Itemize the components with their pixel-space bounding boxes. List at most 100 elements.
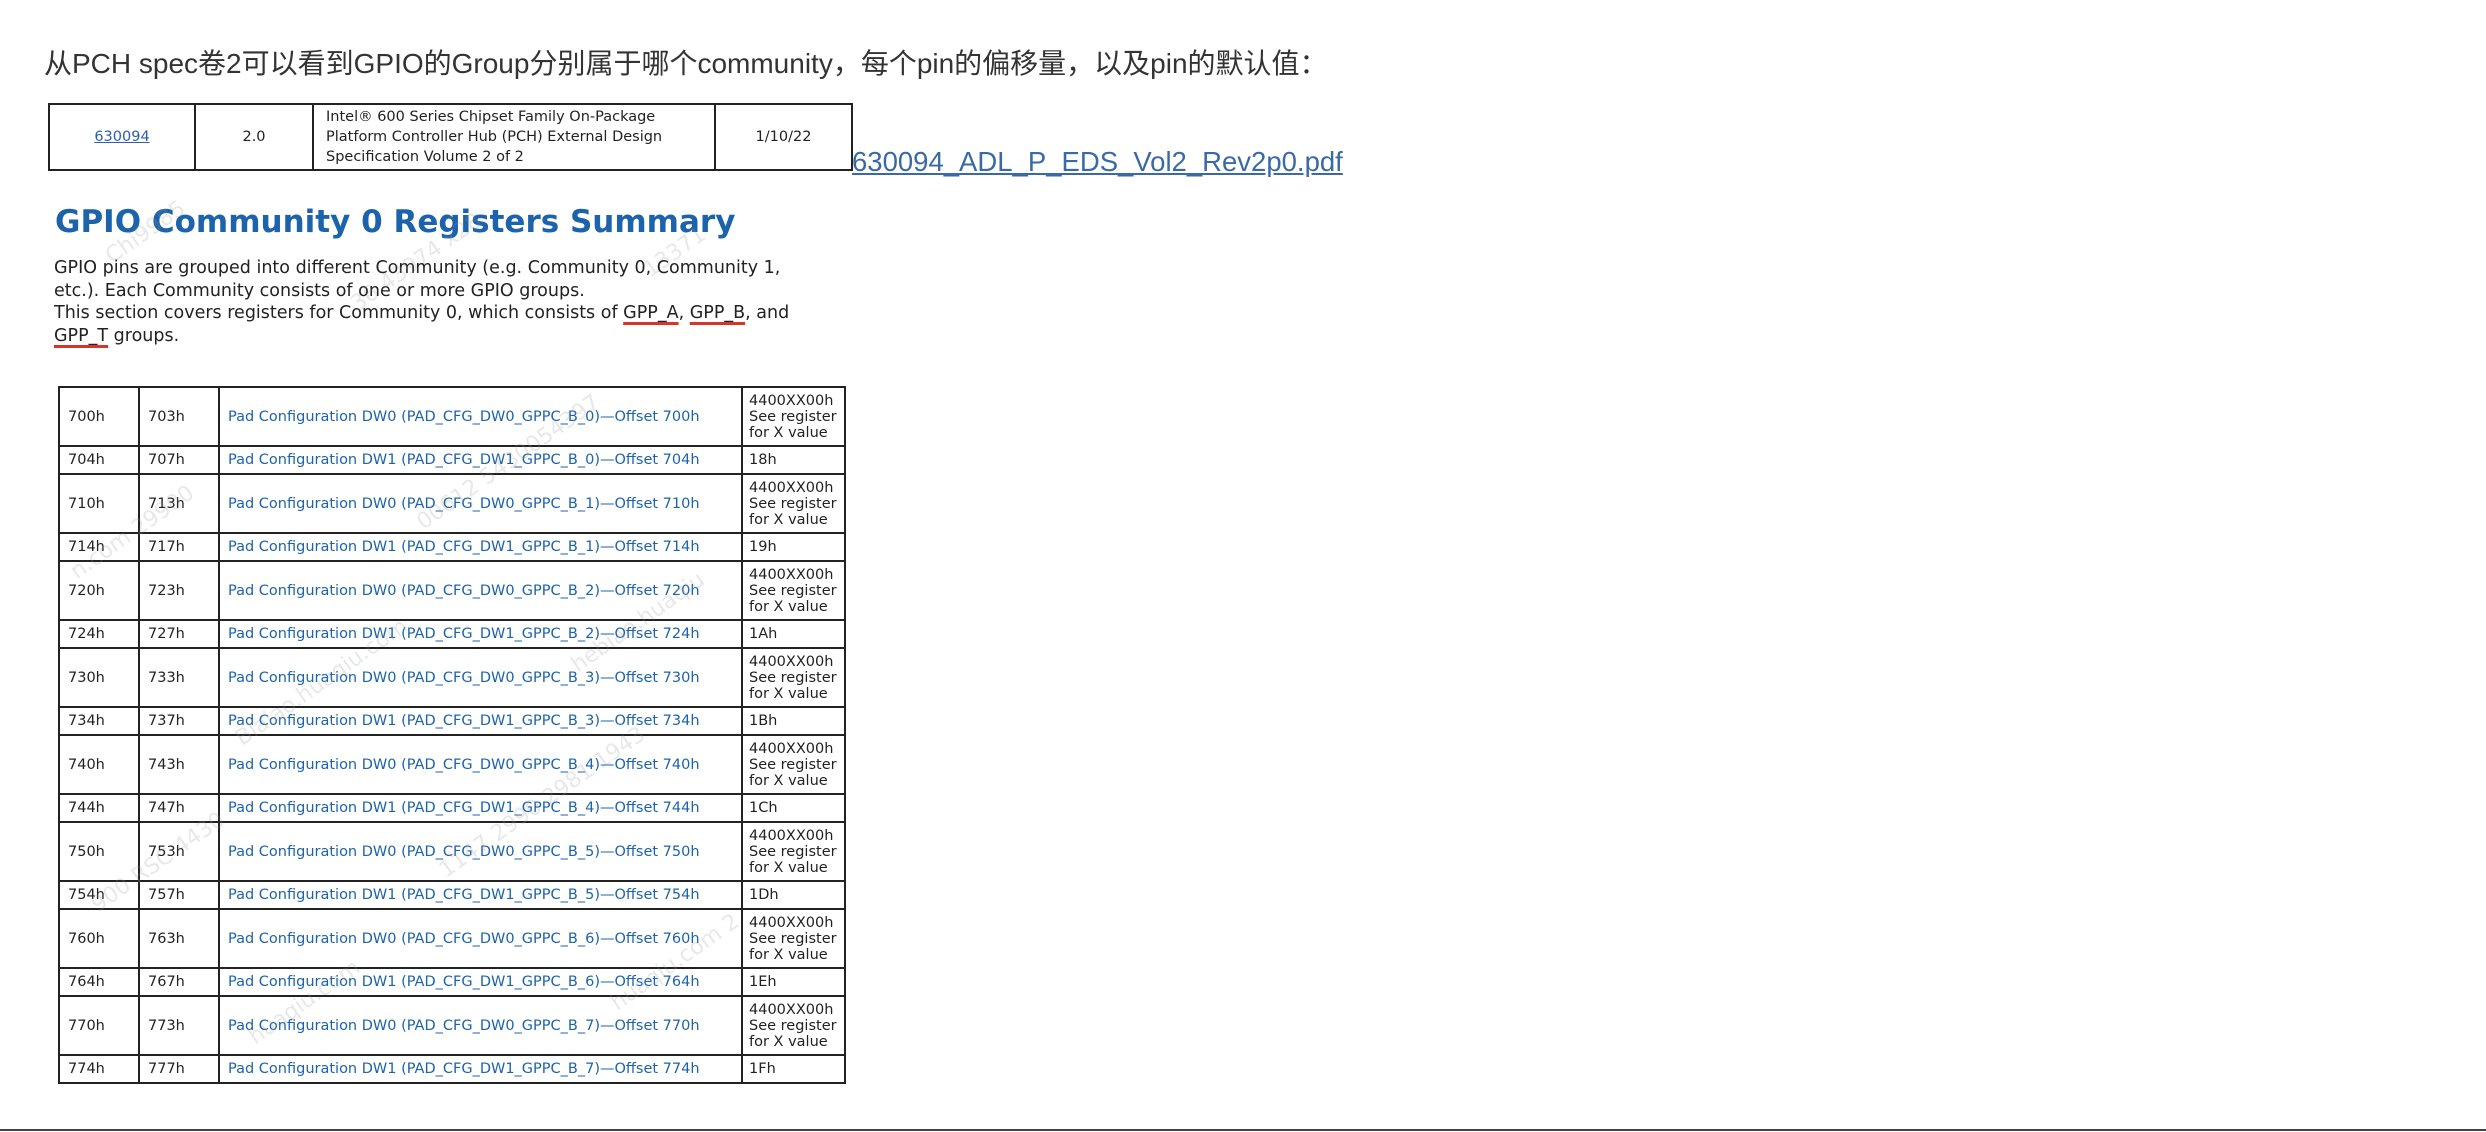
- default-value-line: 1Fh: [749, 1061, 776, 1077]
- page-bottom-border: [0, 1129, 2486, 1131]
- register-row: 724h 727h Pad Configuration DW1 (PAD_CFG_D…: [58, 619, 846, 649]
- register-end-offset: 737h: [138, 706, 220, 736]
- register-start-offset: 760h: [58, 908, 140, 969]
- register-name-link[interactable]: Pad Configuration DW0 (PAD_CFG_DW0_GPPC_…: [218, 821, 743, 882]
- register-default-value: 4400XX00h See register for X value: [741, 560, 846, 621]
- register-end-offset: 747h: [138, 793, 220, 823]
- section-heading: GPIO Community 0 Registers Summary: [55, 204, 736, 240]
- register-row: 750h 753h Pad Configuration DW0 (PAD_CFG_D…: [58, 821, 846, 882]
- register-start-offset: 704h: [58, 445, 140, 475]
- default-value-line: 4400XX00h: [749, 740, 834, 757]
- register-start-offset: 724h: [58, 619, 140, 649]
- register-default-value: 1Ah: [741, 619, 846, 649]
- document-revision-cell: 2.0: [194, 103, 314, 171]
- register-default-value: 1Dh: [741, 880, 846, 910]
- register-end-offset: 753h: [138, 821, 220, 882]
- description-separator: , and: [745, 303, 790, 323]
- default-value-line: for X value: [749, 946, 828, 963]
- default-value-line: See register: [749, 843, 837, 860]
- description-line-3: This section covers registers for Commun…: [54, 302, 854, 325]
- register-start-offset: 774h: [58, 1054, 140, 1084]
- section-description: GPIO pins are grouped into different Com…: [54, 257, 854, 347]
- document-number-link[interactable]: 630094: [94, 129, 149, 145]
- register-name-link[interactable]: Pad Configuration DW0 (PAD_CFG_DW0_GPPC_…: [218, 908, 743, 969]
- default-value-line: for X value: [749, 598, 828, 615]
- register-row: 720h 723h Pad Configuration DW0 (PAD_CFG_D…: [58, 560, 846, 621]
- default-value-line: 1Eh: [749, 974, 777, 990]
- register-name-link[interactable]: Pad Configuration DW1 (PAD_CFG_DW1_GPPC_…: [218, 532, 743, 562]
- register-start-offset: 720h: [58, 560, 140, 621]
- register-name-link[interactable]: Pad Configuration DW1 (PAD_CFG_DW1_GPPC_…: [218, 706, 743, 736]
- register-start-offset: 740h: [58, 734, 140, 795]
- register-row: 774h 777h Pad Configuration DW1 (PAD_CFG_D…: [58, 1054, 846, 1084]
- register-end-offset: 703h: [138, 386, 220, 447]
- description-separator: ,: [678, 303, 690, 323]
- register-default-value: 1Fh: [741, 1054, 846, 1084]
- register-default-value: 4400XX00h See register for X value: [741, 821, 846, 882]
- register-end-offset: 767h: [138, 967, 220, 997]
- register-end-offset: 777h: [138, 1054, 220, 1084]
- register-default-value: 4400XX00h See register for X value: [741, 908, 846, 969]
- default-value-line: 19h: [749, 539, 777, 555]
- default-value-line: for X value: [749, 772, 828, 789]
- default-value-line: See register: [749, 582, 837, 599]
- default-value-line: 4400XX00h: [749, 392, 834, 409]
- default-value-line: 4400XX00h: [749, 566, 834, 583]
- register-row: 700h 703h Pad Configuration DW0 (PAD_CFG_D…: [58, 386, 846, 447]
- register-default-value: 18h: [741, 445, 846, 475]
- register-row: 744h 747h Pad Configuration DW1 (PAD_CFG_D…: [58, 793, 846, 823]
- group-gpp-t: GPP_T: [54, 325, 109, 346]
- register-end-offset: 743h: [138, 734, 220, 795]
- register-name-link[interactable]: Pad Configuration DW1 (PAD_CFG_DW1_GPPC_…: [218, 1054, 743, 1084]
- default-value-line: 1Dh: [749, 887, 779, 903]
- register-name-link[interactable]: Pad Configuration DW1 (PAD_CFG_DW1_GPPC_…: [218, 880, 743, 910]
- register-end-offset: 713h: [138, 473, 220, 534]
- register-name-link[interactable]: Pad Configuration DW0 (PAD_CFG_DW0_GPPC_…: [218, 386, 743, 447]
- default-value-line: for X value: [749, 859, 828, 876]
- register-name-link[interactable]: Pad Configuration DW0 (PAD_CFG_DW0_GPPC_…: [218, 734, 743, 795]
- default-value-line: 1Ah: [749, 626, 778, 642]
- register-default-value: 4400XX00h See register for X value: [741, 734, 846, 795]
- register-default-value: 1Ch: [741, 793, 846, 823]
- register-end-offset: 723h: [138, 560, 220, 621]
- register-row: 764h 767h Pad Configuration DW1 (PAD_CFG_D…: [58, 967, 846, 997]
- register-start-offset: 734h: [58, 706, 140, 736]
- register-name-link[interactable]: Pad Configuration DW1 (PAD_CFG_DW1_GPPC_…: [218, 967, 743, 997]
- register-name-link[interactable]: Pad Configuration DW0 (PAD_CFG_DW0_GPPC_…: [218, 560, 743, 621]
- register-name-link[interactable]: Pad Configuration DW1 (PAD_CFG_DW1_GPPC_…: [218, 445, 743, 475]
- register-default-value: 4400XX00h See register for X value: [741, 473, 846, 534]
- register-default-value: 4400XX00h See register for X value: [741, 647, 846, 708]
- register-default-value: 19h: [741, 532, 846, 562]
- default-value-line: 1Bh: [749, 713, 778, 729]
- description-line-2: etc.). Each Community consists of one or…: [54, 280, 585, 301]
- register-name-link[interactable]: Pad Configuration DW1 (PAD_CFG_DW1_GPPC_…: [218, 793, 743, 823]
- register-start-offset: 730h: [58, 647, 140, 708]
- register-row: 704h 707h Pad Configuration DW1 (PAD_CFG_D…: [58, 445, 846, 475]
- register-end-offset: 763h: [138, 908, 220, 969]
- register-row: 734h 737h Pad Configuration DW1 (PAD_CFG_D…: [58, 706, 846, 736]
- default-value-line: 18h: [749, 452, 777, 468]
- document-title-line: Intel® 600 Series Chipset Family On-Pack…: [326, 109, 656, 125]
- register-name-link[interactable]: Pad Configuration DW0 (PAD_CFG_DW0_GPPC_…: [218, 995, 743, 1056]
- intro-text: 从PCH spec卷2可以看到GPIO的Group分别属于哪个community…: [44, 48, 1328, 79]
- document-info-row: 630094 2.0 Intel® 600 Series Chipset Fam…: [48, 103, 853, 171]
- default-value-line: 4400XX00h: [749, 1001, 834, 1018]
- register-name-link[interactable]: Pad Configuration DW1 (PAD_CFG_DW1_GPPC_…: [218, 619, 743, 649]
- register-row: 740h 743h Pad Configuration DW0 (PAD_CFG_D…: [58, 734, 846, 795]
- register-start-offset: 764h: [58, 967, 140, 997]
- register-end-offset: 727h: [138, 619, 220, 649]
- document-title-line: Platform Controller Hub (PCH) External D…: [326, 129, 663, 145]
- default-value-line: See register: [749, 669, 837, 686]
- pdf-file-link[interactable]: 630094_ADL_P_EDS_Vol2_Rev2p0.pdf: [852, 146, 1343, 178]
- register-start-offset: 750h: [58, 821, 140, 882]
- default-value-line: for X value: [749, 685, 828, 702]
- default-value-line: 4400XX00h: [749, 914, 834, 931]
- register-start-offset: 770h: [58, 995, 140, 1056]
- register-start-offset: 700h: [58, 386, 140, 447]
- default-value-line: 4400XX00h: [749, 479, 834, 496]
- register-summary-table: 700h 703h Pad Configuration DW0 (PAD_CFG_D…: [58, 386, 846, 1084]
- register-name-link[interactable]: Pad Configuration DW0 (PAD_CFG_DW0_GPPC_…: [218, 647, 743, 708]
- default-value-line: for X value: [749, 511, 828, 528]
- group-gpp-a: GPP_A: [623, 303, 679, 323]
- register-name-link[interactable]: Pad Configuration DW0 (PAD_CFG_DW0_GPPC_…: [218, 473, 743, 534]
